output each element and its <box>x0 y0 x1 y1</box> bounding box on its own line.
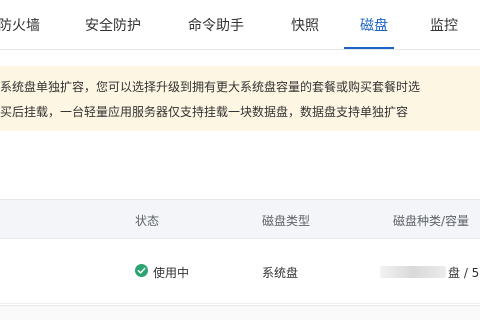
column-header-disk-kind-capacity: 磁盘种类/容量 <box>393 214 470 228</box>
tab-snapshot[interactable]: 快照 <box>291 15 319 35</box>
table-row: 使用中 系统盘 盘 / 50 <box>0 240 480 304</box>
column-header-status: 状态 <box>135 214 160 228</box>
active-tab-indicator <box>344 47 394 49</box>
disk-capacity-value: 盘 / 50 <box>448 266 480 280</box>
tab-command-assistant[interactable]: 命令助手 <box>188 15 244 35</box>
tab-security-protection[interactable]: 安全防护 <box>85 15 141 35</box>
notice-line-2: 买后挂载，一台轻量应用服务器仅支持挂载一块数据盘，数据盘支持单独扩容 <box>0 105 409 119</box>
tab-firewall[interactable]: 防火墙 <box>0 15 40 35</box>
tab-disk[interactable]: 磁盘 <box>360 15 388 35</box>
table-header: 状态 磁盘类型 磁盘种类/容量 <box>0 199 480 239</box>
redacted-value <box>380 266 446 278</box>
bottom-bar <box>0 305 480 320</box>
disk-type-value: 系统盘 <box>262 266 299 280</box>
status-text: 使用中 <box>153 266 190 280</box>
notice-banner: 系统盘单独扩容，您可以选择升级到拥有更大系统盘容量的套餐或购买套餐时选 买后挂载… <box>0 66 480 131</box>
check-circle-icon <box>135 264 148 277</box>
notice-line-1: 系统盘单独扩容，您可以选择升级到拥有更大系统盘容量的套餐或购买套餐时选 <box>0 80 421 94</box>
tab-monitoring[interactable]: 监控 <box>430 15 458 35</box>
tab-bar: 防火墙 安全防护 命令助手 快照 磁盘 监控 <box>0 0 480 50</box>
column-header-disk-type: 磁盘类型 <box>262 214 311 228</box>
